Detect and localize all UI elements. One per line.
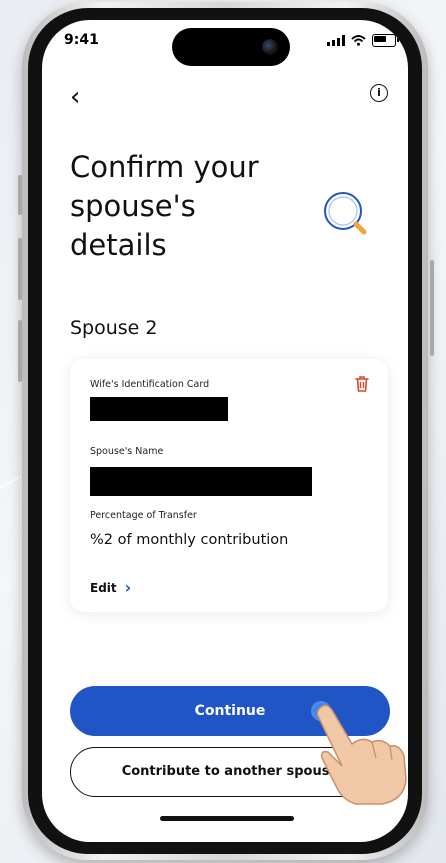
dynamic-island <box>172 28 290 66</box>
phone-side-button <box>18 175 22 215</box>
magnifier-icon <box>324 192 367 235</box>
percentage-value: %2 of monthly contribution <box>90 532 289 548</box>
name-value-redacted <box>90 467 312 496</box>
phone-side-button <box>18 320 22 382</box>
pointing-hand-icon <box>316 704 407 805</box>
section-title: Spouse 2 <box>70 317 158 339</box>
edit-label: Edit <box>90 580 117 595</box>
phone-side-button <box>18 238 22 300</box>
id-value-redacted <box>90 397 228 421</box>
camera-icon <box>262 39 278 55</box>
id-label: Wife's Identification Card <box>90 379 210 390</box>
chevron-right-icon: › <box>124 578 132 597</box>
phone-screen: 9:41 ‹ i Confirm your spouse's details S… <box>42 20 408 842</box>
signal-icon <box>327 35 345 46</box>
phone-side-button <box>430 260 434 356</box>
wifi-icon <box>351 35 366 46</box>
status-time: 9:41 <box>64 32 99 48</box>
home-indicator <box>160 816 294 821</box>
status-icons <box>327 34 399 47</box>
battery-icon <box>372 34 399 47</box>
edit-button[interactable]: Edit › <box>90 578 131 597</box>
name-label: Spouse's Name <box>90 446 164 457</box>
info-icon[interactable]: i <box>370 84 388 102</box>
percentage-label: Percentage of Transfer <box>90 510 197 521</box>
spouse-card: Wife's Identification Card Spouse's Name… <box>70 359 388 612</box>
back-button[interactable]: ‹ <box>70 82 80 112</box>
trash-icon[interactable] <box>354 375 370 393</box>
page-title: Confirm your spouse's details <box>70 150 259 262</box>
